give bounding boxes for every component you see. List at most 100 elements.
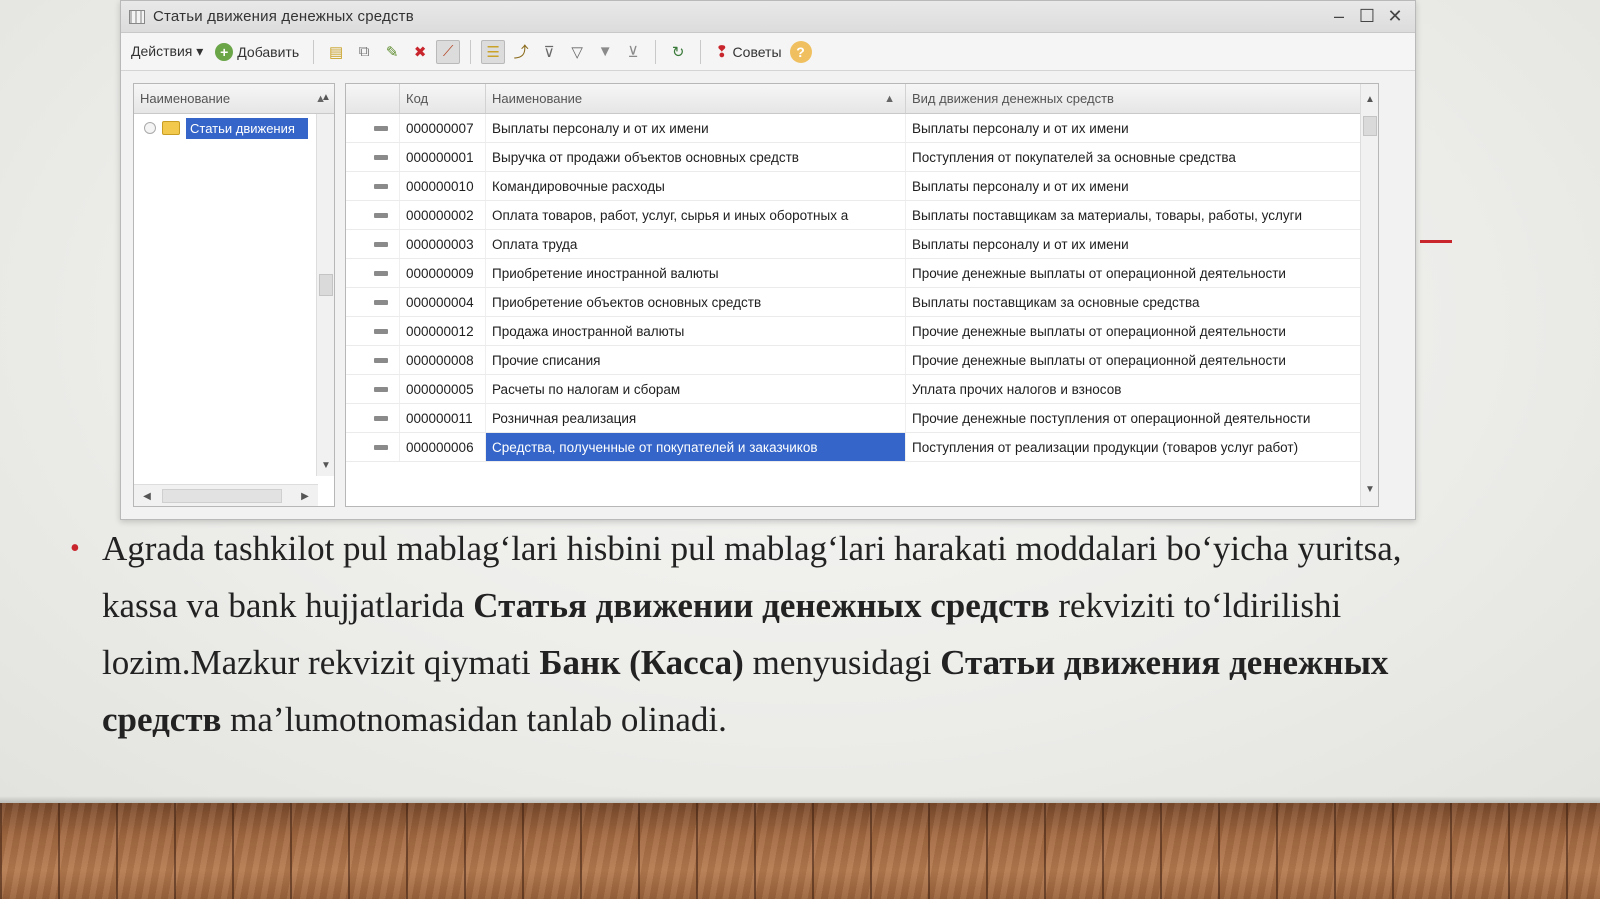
tree-header-label: Наименование (140, 91, 231, 106)
tips-button[interactable]: ❢ Советы (711, 40, 785, 64)
table-row[interactable]: 000000005 Расчеты по налогам и сборам Упла… (346, 375, 1378, 404)
cell-code[interactable]: 000000001 (400, 143, 486, 171)
expand-toggle-icon[interactable] (144, 122, 156, 134)
cell-kind[interactable]: Прочие денежные поступления от операцион… (906, 404, 1362, 432)
toolbar-separator (313, 39, 315, 64)
cell-name[interactable]: Приобретение иностранной валюты (486, 259, 906, 287)
add-button[interactable]: + Добавить (211, 41, 303, 63)
column-code-header[interactable]: Код (400, 84, 486, 113)
cell-kind[interactable]: Выплаты персоналу и от их имени (906, 114, 1362, 142)
cell-kind[interactable]: Прочие денежные выплаты от операционной … (906, 259, 1362, 287)
scroll-thumb[interactable] (319, 274, 333, 296)
cell-code[interactable]: 000000007 (400, 114, 486, 142)
cell-code[interactable]: 000000010 (400, 172, 486, 200)
cell-code[interactable]: 000000004 (400, 288, 486, 316)
table-row[interactable]: 000000010 Командировочные расходы Выплаты … (346, 172, 1378, 201)
cell-kind[interactable]: Выплаты персоналу и от их имени (906, 172, 1362, 200)
table-row[interactable]: 000000006 Средства, полученные от покупат… (346, 433, 1378, 462)
column-name-label: Наименование (492, 91, 583, 106)
cell-kind[interactable]: Поступления от покупателей за основные с… (906, 143, 1362, 171)
scroll-thumb[interactable] (162, 489, 282, 503)
cell-name[interactable]: Прочие списания (486, 346, 906, 374)
tree-header[interactable]: Наименование ▲ (134, 84, 334, 114)
table-row[interactable]: 000000002 Оплата товаров, работ, услуг, с… (346, 201, 1378, 230)
folder-icon (162, 121, 180, 135)
column-name-header[interactable]: Наименование ▲ (486, 84, 906, 113)
toolbar: Действия ▾ + Добавить ▤ ⧉ ✎ ✖ ⟋ ☰ ⤴ ⊽ ▽ … (121, 33, 1415, 71)
minimize-button[interactable]: ‒ (1327, 6, 1351, 28)
table-row[interactable]: 000000004 Приобретение объектов основных … (346, 288, 1378, 317)
cell-name[interactable]: Выплаты персоналу и от их имени (486, 114, 906, 142)
cell-name[interactable]: Оплата товаров, работ, услуг, сырья и ин… (486, 201, 906, 229)
cell-name[interactable]: Выручка от продажи объектов основных сре… (486, 143, 906, 171)
scroll-up-icon[interactable]: ▲ (1361, 90, 1378, 108)
cell-code[interactable]: 000000002 (400, 201, 486, 229)
cell-code[interactable]: 000000003 (400, 230, 486, 258)
cell-name[interactable]: Приобретение объектов основных средств (486, 288, 906, 316)
clear-filter-icon[interactable]: ⊻ (621, 40, 645, 64)
cell-kind[interactable]: Выплаты поставщикам за основные средства (906, 288, 1362, 316)
scroll-down-icon[interactable]: ▼ (317, 456, 335, 474)
cell-kind[interactable]: Выплаты поставщикам за материалы, товары… (906, 201, 1362, 229)
table-row[interactable]: 000000007 Выплаты персоналу и от их имени… (346, 114, 1378, 143)
cell-code[interactable]: 000000009 (400, 259, 486, 287)
cell-code[interactable]: 000000005 (400, 375, 486, 403)
grid-vertical-scrollbar[interactable]: ▲ ▼ (1360, 84, 1378, 506)
table-row[interactable]: 000000012 Продажа иностранной валюты Прочи… (346, 317, 1378, 346)
level-up-icon[interactable]: ⤴ (509, 40, 533, 64)
mark-delete-icon[interactable]: ⟋ (436, 39, 461, 64)
cell-kind[interactable]: Прочие денежные выплаты от операционной … (906, 346, 1362, 374)
scroll-down-icon[interactable]: ▼ (1361, 480, 1378, 498)
bullet-marker: • (70, 533, 80, 564)
cell-name[interactable]: Командировочные расходы (486, 172, 906, 200)
actions-menu[interactable]: Действия ▾ (127, 41, 207, 62)
cell-code[interactable]: 000000008 (400, 346, 486, 374)
cell-name[interactable]: Розничная реализация (486, 404, 906, 432)
table-row[interactable]: 000000008 Прочие списания Прочие денежные … (346, 346, 1378, 375)
table-row[interactable]: 000000009 Приобретение иностранной валюты… (346, 259, 1378, 288)
cell-name[interactable]: Расчеты по налогам и сборам (486, 375, 906, 403)
table-row[interactable]: 000000001 Выручка от продажи объектов осн… (346, 143, 1378, 172)
copy-icon[interactable]: ⧉ (352, 40, 376, 64)
table-row[interactable]: 000000003 Оплата труда Выплаты персоналу и… (346, 230, 1378, 259)
filter-by-value-icon[interactable]: ▽ (565, 40, 589, 64)
cell-name[interactable]: Средства, полученные от покупателей и за… (486, 433, 906, 461)
cell-code[interactable]: 000000012 (400, 317, 486, 345)
scroll-thumb[interactable] (1363, 116, 1377, 136)
cell-code[interactable]: 000000011 (400, 404, 486, 432)
grid-body: 000000007 Выплаты персоналу и от их имени… (346, 114, 1378, 462)
filter-icon[interactable]: ⊽ (537, 40, 561, 64)
column-kind-header[interactable]: Вид движения денежных средств (906, 84, 1362, 113)
add-folder-icon[interactable]: ▤ (324, 40, 348, 64)
tree-root-label: Статьи движения (186, 117, 308, 139)
cell-kind[interactable]: Уплата прочих налогов и взносов (906, 375, 1362, 403)
filter-history-icon[interactable]: ▼ (593, 40, 617, 64)
edit-icon[interactable]: ✎ (380, 40, 404, 64)
item-icon (374, 125, 388, 131)
cell-name[interactable]: Продажа иностранной валюты (486, 317, 906, 345)
items-grid: Код Наименование ▲ Вид движения денежных… (345, 83, 1379, 507)
tree-root-item[interactable]: Статьи движения (134, 114, 334, 142)
tree-vertical-scrollbar[interactable]: ▲ ▼ (316, 92, 335, 476)
cell-kind[interactable]: Поступления от реализации продукции (тов… (906, 433, 1362, 461)
cell-kind[interactable]: Выплаты персоналу и от их имени (906, 230, 1362, 258)
help-icon[interactable]: ? (789, 40, 812, 63)
cell-code[interactable]: 000000006 (400, 433, 486, 461)
maximize-button[interactable]: ☐ (1355, 6, 1379, 28)
column-icon-header[interactable] (346, 84, 400, 113)
item-icon (374, 299, 388, 305)
close-button[interactable]: ✕ (1383, 6, 1407, 28)
delete-icon[interactable]: ✖ (408, 40, 432, 64)
row-type-icon (346, 143, 400, 171)
cell-name[interactable]: Оплата труда (486, 230, 906, 258)
toolbar-separator (470, 39, 472, 64)
tree-horizontal-scrollbar[interactable]: ◀ ▶ (134, 484, 318, 506)
scroll-right-icon[interactable]: ▶ (296, 487, 314, 505)
scroll-left-icon[interactable]: ◀ (138, 487, 156, 505)
table-row[interactable]: 000000011 Розничная реализация Прочие дене… (346, 404, 1378, 433)
refresh-icon[interactable]: ↻ (666, 40, 690, 64)
scroll-up-icon[interactable]: ▲ (317, 88, 335, 106)
hierarchy-view-icon[interactable]: ☰ (481, 39, 506, 64)
cell-kind[interactable]: Прочие денежные выплаты от операционной … (906, 317, 1362, 345)
window-titlebar[interactable]: Статьи движения денежных средств ‒ ☐ ✕ (121, 1, 1415, 33)
